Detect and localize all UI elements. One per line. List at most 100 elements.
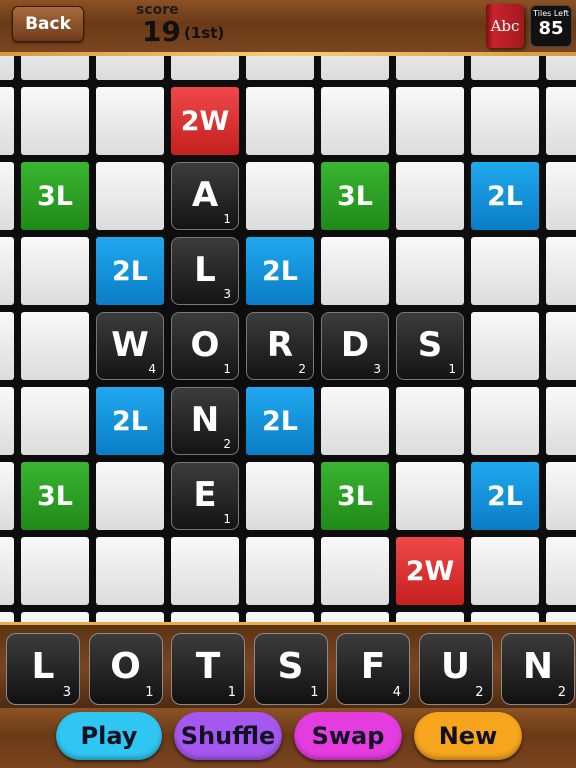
- board-cell[interactable]: [396, 387, 464, 455]
- rack-tile-points: 1: [310, 685, 319, 700]
- new-game-button[interactable]: New: [414, 712, 522, 760]
- board-cell[interactable]: [246, 87, 314, 155]
- board-cell[interactable]: [546, 387, 576, 455]
- board-cell[interactable]: [96, 612, 164, 622]
- board-cell[interactable]: [546, 537, 576, 605]
- board-cell[interactable]: [0, 387, 14, 455]
- board-cell[interactable]: [321, 537, 389, 605]
- board-cell[interactable]: [321, 237, 389, 305]
- board-cell[interactable]: [246, 537, 314, 605]
- board-cell[interactable]: [0, 87, 14, 155]
- board-cell[interactable]: [171, 612, 239, 622]
- board-cell[interactable]: [546, 87, 576, 155]
- board-cell[interactable]: [0, 462, 14, 530]
- rack-tile-letter: N: [522, 646, 554, 687]
- board-cell[interactable]: [96, 462, 164, 530]
- board-cell[interactable]: [246, 462, 314, 530]
- board-cell[interactable]: [96, 56, 164, 80]
- rack-tile[interactable]: N2: [501, 633, 575, 705]
- premium-square[interactable]: 2L: [246, 237, 314, 305]
- board-cell[interactable]: [96, 537, 164, 605]
- board-cell[interactable]: [546, 462, 576, 530]
- board-cell[interactable]: [396, 462, 464, 530]
- premium-square[interactable]: 2L: [96, 237, 164, 305]
- board-cell[interactable]: [321, 612, 389, 622]
- premium-square[interactable]: 2L: [96, 387, 164, 455]
- tiles-left-counter: Tiles Left 85: [530, 5, 572, 47]
- board-cell[interactable]: [246, 56, 314, 80]
- board-cell[interactable]: [546, 312, 576, 380]
- rack-tile-points: 1: [227, 685, 236, 700]
- board-cell[interactable]: [246, 612, 314, 622]
- board-cell[interactable]: [246, 162, 314, 230]
- board-cell[interactable]: [171, 56, 239, 80]
- board-cell[interactable]: [321, 87, 389, 155]
- board-cell[interactable]: [471, 537, 539, 605]
- action-bar: Play Shuffle Swap New: [0, 708, 576, 768]
- rack-tile[interactable]: T1: [171, 633, 245, 705]
- board-cell[interactable]: [396, 237, 464, 305]
- board-cell[interactable]: [96, 87, 164, 155]
- board-cell[interactable]: [471, 312, 539, 380]
- back-button[interactable]: Back: [12, 6, 84, 42]
- play-button[interactable]: Play: [56, 712, 162, 760]
- rack-tile-points: 1: [145, 685, 154, 700]
- board-cell[interactable]: [21, 237, 89, 305]
- board-tile: O1: [171, 312, 239, 380]
- board-cell[interactable]: [546, 162, 576, 230]
- premium-square[interactable]: 3L: [21, 162, 89, 230]
- board-cell[interactable]: [0, 162, 14, 230]
- board-cell[interactable]: [546, 612, 576, 622]
- rack-tile[interactable]: L3: [6, 633, 80, 705]
- board-cell[interactable]: [546, 56, 576, 80]
- rack-tile[interactable]: U2: [418, 633, 493, 705]
- premium-square[interactable]: 3L: [321, 462, 389, 530]
- premium-square[interactable]: 2L: [471, 162, 539, 230]
- board-cell[interactable]: [396, 612, 464, 622]
- board-cell[interactable]: [321, 56, 389, 80]
- tile-letter: N: [190, 400, 220, 440]
- swap-button[interactable]: Swap: [294, 712, 402, 760]
- board-cell[interactable]: [321, 387, 389, 455]
- board-cell[interactable]: [96, 162, 164, 230]
- board-cell[interactable]: [171, 537, 239, 605]
- board-tile: N2: [171, 387, 239, 455]
- board-cell[interactable]: [0, 537, 14, 605]
- game-board[interactable]: 2W 3L A 1 3L 2L 2L L 3 2L W 4 O 1 R 2 D 3 S 1 2L N 2 2L 3L E 1 3L 2L…: [0, 56, 576, 622]
- board-cell[interactable]: [21, 612, 89, 622]
- board-cell[interactable]: [21, 387, 89, 455]
- board-tile: E1: [171, 462, 239, 530]
- premium-square[interactable]: 3L: [321, 162, 389, 230]
- board-cell[interactable]: [0, 56, 14, 80]
- dictionary-book-icon[interactable]: Abc: [486, 4, 524, 48]
- premium-square[interactable]: 2L: [471, 462, 539, 530]
- board-cell[interactable]: [471, 387, 539, 455]
- board-cell[interactable]: [396, 162, 464, 230]
- board-cell[interactable]: [396, 87, 464, 155]
- premium-square[interactable]: 2L: [246, 387, 314, 455]
- board-cell[interactable]: [0, 612, 14, 622]
- rack-tile[interactable]: F4: [336, 633, 410, 705]
- board-cell[interactable]: [0, 312, 14, 380]
- board-cell[interactable]: [396, 56, 464, 80]
- rack-tile[interactable]: O1: [88, 633, 163, 705]
- tile-points: 1: [223, 212, 231, 226]
- board-cell[interactable]: [21, 56, 89, 80]
- board-cell[interactable]: [546, 237, 576, 305]
- board-cell[interactable]: [21, 537, 89, 605]
- board-tile: D3: [321, 312, 389, 380]
- board-cell[interactable]: [471, 237, 539, 305]
- board-cell[interactable]: [21, 312, 89, 380]
- board-cell[interactable]: [471, 56, 539, 80]
- premium-square[interactable]: 2W: [171, 87, 239, 155]
- board-cell[interactable]: [21, 87, 89, 155]
- tiles-left-label: Tiles Left: [533, 9, 569, 18]
- board-cell[interactable]: [471, 87, 539, 155]
- board-cell[interactable]: [471, 612, 539, 622]
- shuffle-button[interactable]: Shuffle: [174, 712, 282, 760]
- premium-square[interactable]: 2W: [396, 537, 464, 605]
- rack-tile-letter: L: [31, 646, 55, 687]
- board-cell[interactable]: [0, 237, 14, 305]
- premium-square[interactable]: 3L: [21, 462, 89, 530]
- rack-tile[interactable]: S1: [253, 633, 328, 705]
